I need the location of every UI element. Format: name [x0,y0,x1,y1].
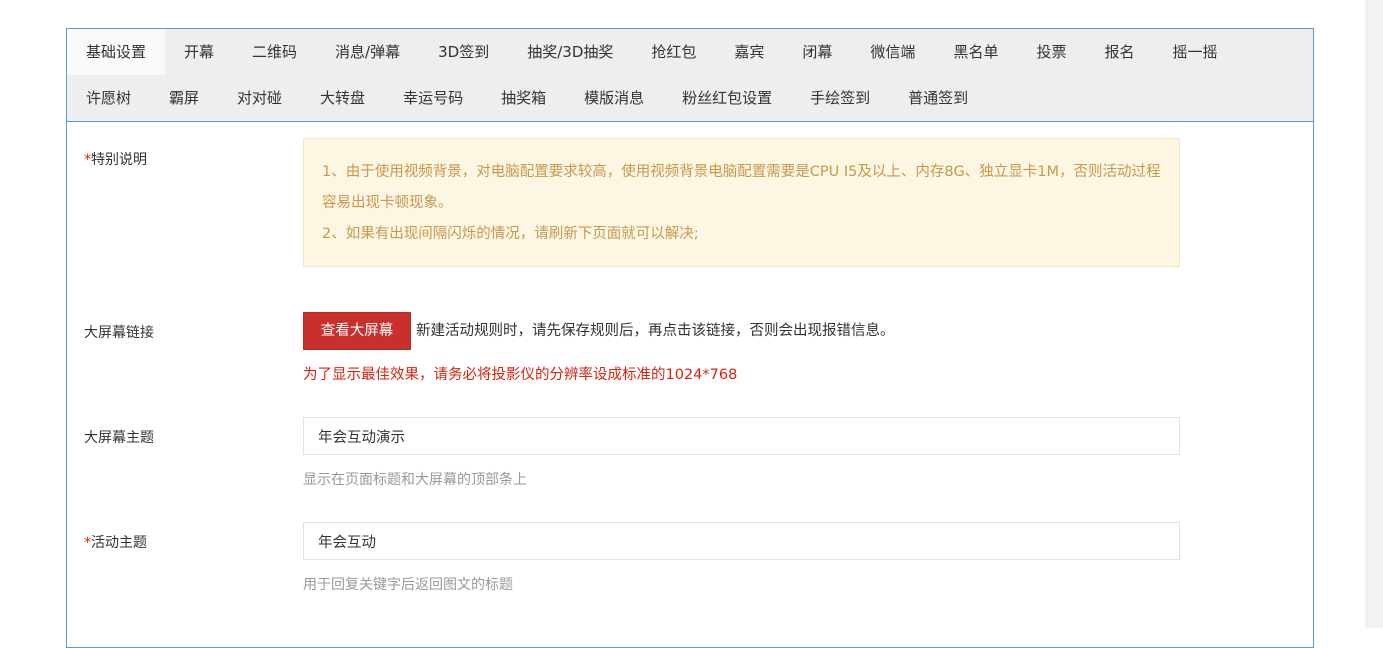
tab-row1-5[interactable]: 抽奖/3D抽奖 [508,29,632,75]
tab-row-1: 基础设置 开幕 二维码 消息/弹幕 3D签到 抽奖/3D抽奖 抢红包 嘉宾 闭幕 微信端 黑名单 投票… [67,29,1237,75]
tab-row1-10[interactable]: 黑名单 [934,29,1017,75]
activity-theme-label: *活动主题 [84,532,147,552]
page-scrollbar-track[interactable] [1365,0,1383,628]
settings-panel: 基础设置 开幕 二维码 消息/弹幕 3D签到 抽奖/3D抽奖 抢红包 嘉宾 闭幕 微信端 黑名单 投票… [66,28,1314,648]
tab-row2-6[interactable]: 模版消息 [565,75,663,121]
view-big-screen-button[interactable]: 查看大屏幕 [303,312,411,350]
screen-theme-label: 大屏幕主题 [84,430,154,446]
tab-row2-5[interactable]: 抽奖箱 [482,75,565,121]
tab-bar: 基础设置 开幕 二维码 消息/弹幕 3D签到 抽奖/3D抽奖 抢红包 嘉宾 闭幕 微信端 黑名单 投票… [67,29,1313,122]
tab-row1-12[interactable]: 报名 [1085,29,1153,75]
tab-row2-8[interactable]: 手绘签到 [791,75,889,121]
tab-row2-0[interactable]: 许愿树 [67,75,150,121]
special-note-box: 1、由于使用视频背景，对电脑配置要求较高，使用视频背景电脑配置需要是CPU I5… [303,138,1180,267]
required-mark: * [84,152,91,168]
tab-row2-1[interactable]: 霸屏 [150,75,218,121]
tab-row1-9[interactable]: 微信端 [851,29,934,75]
tab-row2-2[interactable]: 对对碰 [218,75,301,121]
special-note-label: *特别说明 [84,149,147,169]
screen-theme-help: 显示在页面标题和大屏幕的顶部条上 [303,472,527,488]
required-mark: * [84,535,91,551]
activity-theme-label-text: 活动主题 [91,535,147,551]
screen-link-hint: 新建活动规则时，请先保存规则后，再点击该链接，否则会出现报错信息。 [416,323,895,339]
tab-row1-4[interactable]: 3D签到 [419,29,508,75]
resolution-warning: 为了显示最佳效果，请务必将投影仪的分辨率设成标准的1024*768 [303,367,738,383]
tab-row2-4[interactable]: 幸运号码 [384,75,482,121]
tab-row-2: 许愿树 霸屏 对对碰 大转盘 幸运号码 抽奖箱 模版消息 粉丝红包设置 手绘签到 普通签到 [67,75,987,121]
tab-row1-3[interactable]: 消息/弹幕 [316,29,419,75]
tab-row1-0[interactable]: 基础设置 [67,29,166,75]
screen-theme-input[interactable] [303,417,1180,455]
tab-row2-3[interactable]: 大转盘 [301,75,384,121]
tab-row1-1[interactable]: 开幕 [165,29,233,75]
tab-row1-2[interactable]: 二维码 [233,29,316,75]
tab-row1-6[interactable]: 抢红包 [632,29,715,75]
tab-row1-11[interactable]: 投票 [1017,29,1085,75]
special-note-line-1: 1、由于使用视频背景，对电脑配置要求较高，使用视频背景电脑配置需要是CPU I5… [322,164,1161,211]
tab-row1-7[interactable]: 嘉宾 [715,29,783,75]
activity-theme-help: 用于回复关键字后返回图文的标题 [303,577,513,593]
tab-row2-7[interactable]: 粉丝红包设置 [663,75,791,121]
tab-row1-13[interactable]: 摇一摇 [1153,29,1236,75]
special-note-label-text: 特别说明 [91,152,147,168]
activity-theme-input[interactable] [303,522,1180,560]
special-note-line-2: 2、如果有出现间隔闪烁的情况，请刷新下页面就可以解决; [322,226,699,242]
tab-row1-8[interactable]: 闭幕 [783,29,851,75]
screen-link-label: 大屏幕链接 [84,325,154,341]
tab-row2-9[interactable]: 普通签到 [889,75,987,121]
